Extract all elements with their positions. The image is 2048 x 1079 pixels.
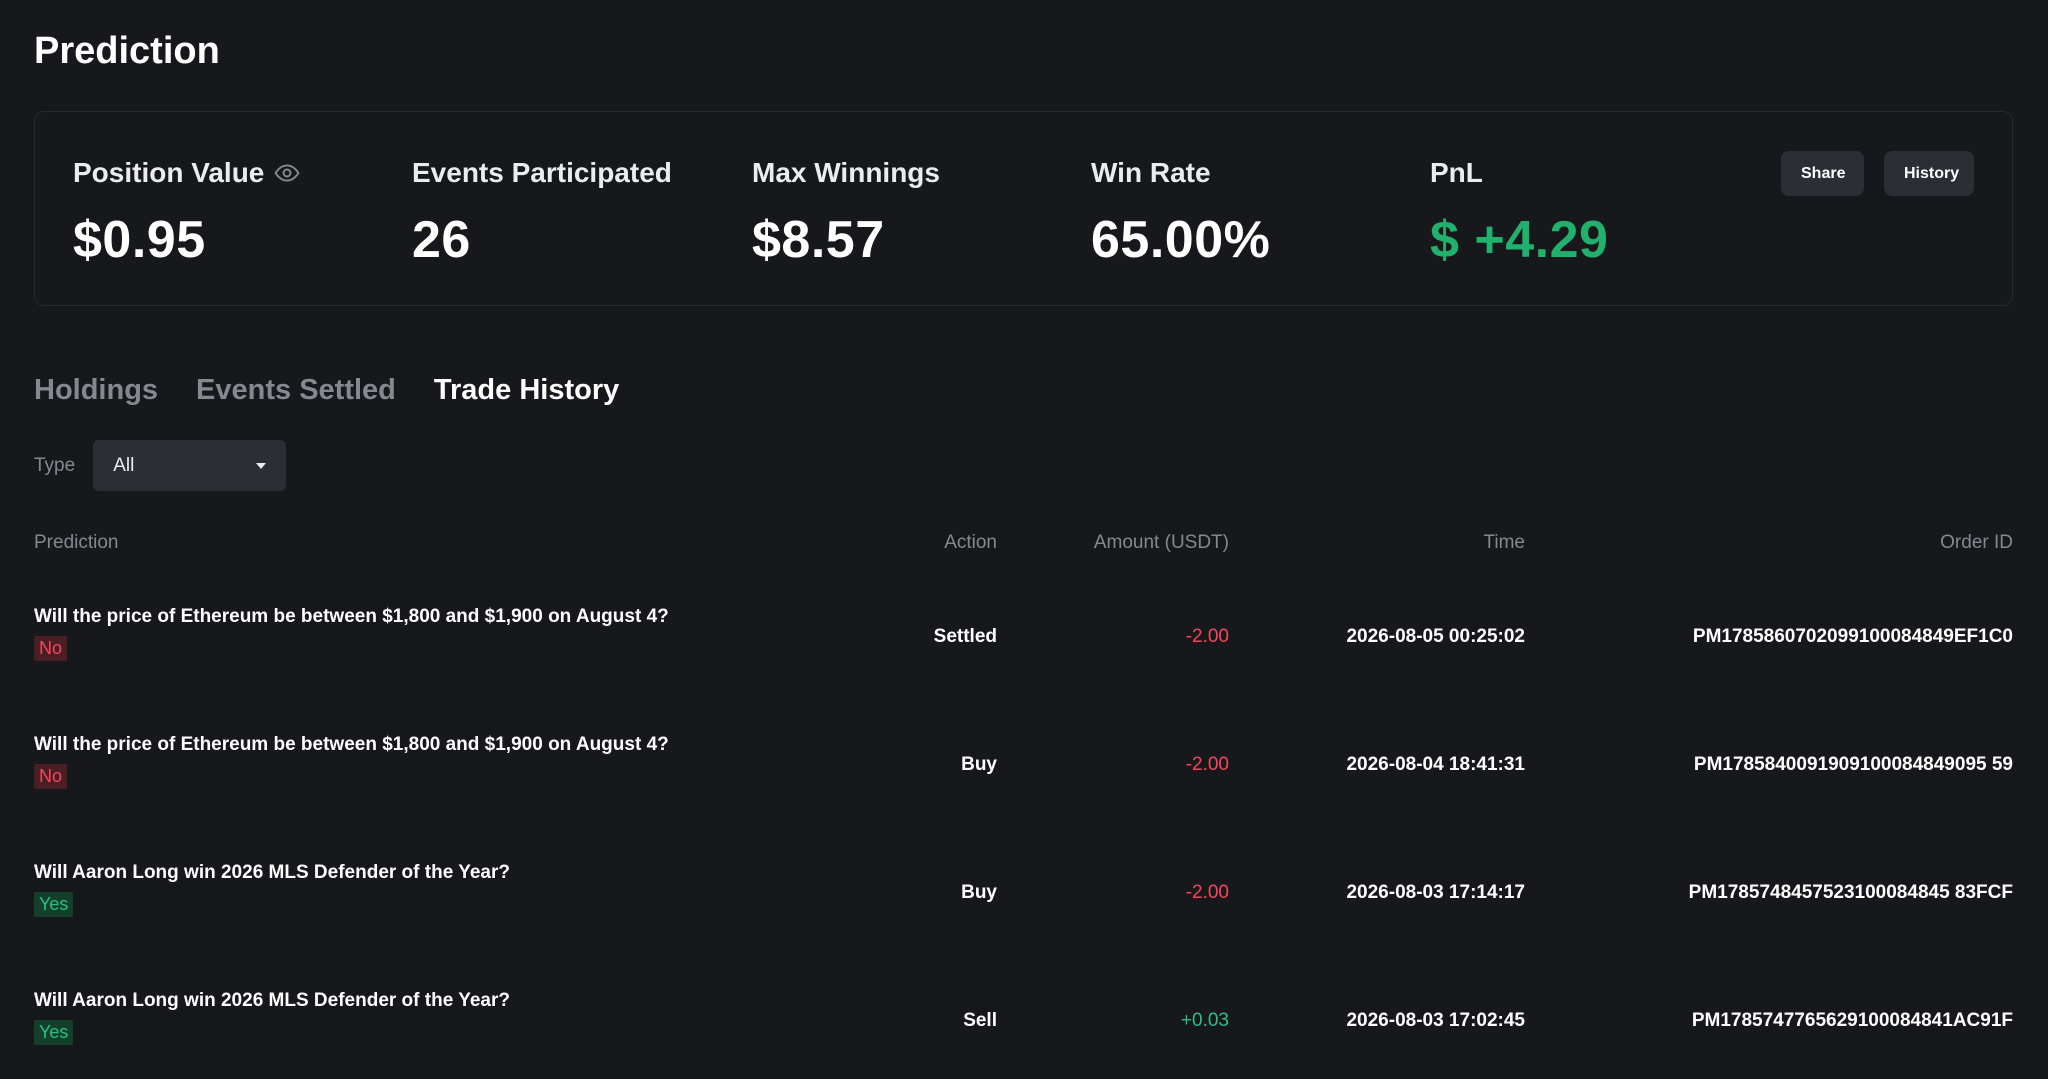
row-order-id: PM1785840091909100084849095 59: [1693, 754, 2013, 775]
position-value-label: Position Value: [73, 157, 265, 188]
card-buttons: Share History: [1781, 151, 1974, 196]
outcome-badge: Yes: [34, 1020, 74, 1045]
events-participated-label: Events Participated: [412, 157, 672, 188]
row-amount: -2.00: [1185, 626, 1229, 647]
pnl-value: $ +4.29: [1430, 211, 1609, 269]
row-prediction[interactable]: Will Aaron Long win 2026 MLS Defender of…: [34, 862, 510, 884]
row-prediction[interactable]: Will Aaron Long win 2026 MLS Defender of…: [34, 990, 510, 1012]
share-button[interactable]: Share: [1781, 151, 1864, 196]
max-winnings-value: $8.57: [752, 211, 885, 269]
row-action: Buy: [961, 882, 997, 903]
win-rate-value: 65.00%: [1091, 211, 1271, 269]
position-value: $0.95: [73, 211, 206, 269]
header-amount: Amount (USDT): [1093, 532, 1229, 553]
tab-holdings[interactable]: Holdings: [34, 374, 158, 407]
history-button[interactable]: History: [1884, 151, 1974, 196]
stat-max-winnings: Max Winnings $8.57: [752, 156, 940, 270]
caret-down-icon: [256, 462, 267, 469]
prediction-page: Prediction Position Value $0.95 Events P…: [0, 0, 2048, 1079]
summary-card: Position Value $0.95 Events Participated…: [34, 111, 2013, 306]
outcome-badge: No: [34, 764, 68, 789]
header-action: Action: [944, 532, 997, 553]
row-time: 2026-08-04 18:41:31: [1346, 754, 1525, 775]
events-participated-value: 26: [412, 211, 471, 269]
table-row[interactable]: Will the price of Ethereum be between $1…: [34, 564, 2013, 692]
type-filter: Type All: [34, 440, 287, 491]
stat-win-rate: Win Rate 65.00%: [1091, 156, 1270, 270]
row-amount: -2.00: [1185, 882, 1229, 903]
row-action: Buy: [961, 754, 997, 775]
tab-trade-history[interactable]: Trade History: [434, 374, 619, 407]
row-action: Settled: [933, 626, 997, 647]
outcome-badge: Yes: [34, 892, 74, 917]
max-winnings-label: Max Winnings: [752, 157, 940, 188]
row-amount: +0.03: [1180, 1010, 1229, 1031]
type-select[interactable]: All: [93, 440, 287, 491]
row-prediction[interactable]: Will the price of Ethereum be between $1…: [34, 734, 669, 756]
row-time: 2026-08-05 00:25:02: [1346, 626, 1525, 647]
outcome-badge: No: [34, 636, 68, 661]
row-action: Sell: [963, 1010, 997, 1031]
table-header: Prediction Action Amount (USDT) Time Ord…: [34, 520, 2013, 564]
tab-events-settled[interactable]: Events Settled: [196, 374, 396, 407]
row-order-id: PM1785748457523100084845 83FCF: [1688, 882, 2013, 903]
row-time: 2026-08-03 17:02:45: [1346, 1010, 1525, 1031]
win-rate-label: Win Rate: [1091, 157, 1211, 188]
header-order-id: Order ID: [1940, 532, 2013, 553]
page-title: Prediction: [34, 30, 220, 72]
row-order-id: PM1785747765629100084841AC91F: [1691, 1010, 2013, 1031]
type-select-value: All: [113, 454, 135, 476]
row-prediction[interactable]: Will the price of Ethereum be between $1…: [34, 606, 669, 628]
stat-position-value: Position Value $0.95: [73, 156, 300, 270]
row-order-id: PM1785860702099100084849EF1C0: [1692, 626, 2013, 647]
eye-icon[interactable]: [274, 160, 300, 186]
table-row[interactable]: Will the price of Ethereum be between $1…: [34, 692, 2013, 820]
trade-history-table: Prediction Action Amount (USDT) Time Ord…: [34, 520, 2013, 1076]
stat-pnl: PnL $ +4.29: [1430, 156, 1608, 270]
header-time: Time: [1483, 532, 1525, 553]
row-time: 2026-08-03 17:14:17: [1346, 882, 1525, 903]
stat-events-participated: Events Participated 26: [412, 156, 672, 270]
table-row[interactable]: Will Aaron Long win 2026 MLS Defender of…: [34, 820, 2013, 948]
row-amount: -2.00: [1185, 754, 1229, 775]
type-filter-label: Type: [34, 454, 76, 476]
header-prediction: Prediction: [34, 532, 119, 553]
table-row[interactable]: Will Aaron Long win 2026 MLS Defender of…: [34, 948, 2013, 1076]
pnl-label: PnL: [1430, 157, 1483, 188]
tab-bar: Holdings Events Settled Trade History: [34, 374, 619, 407]
